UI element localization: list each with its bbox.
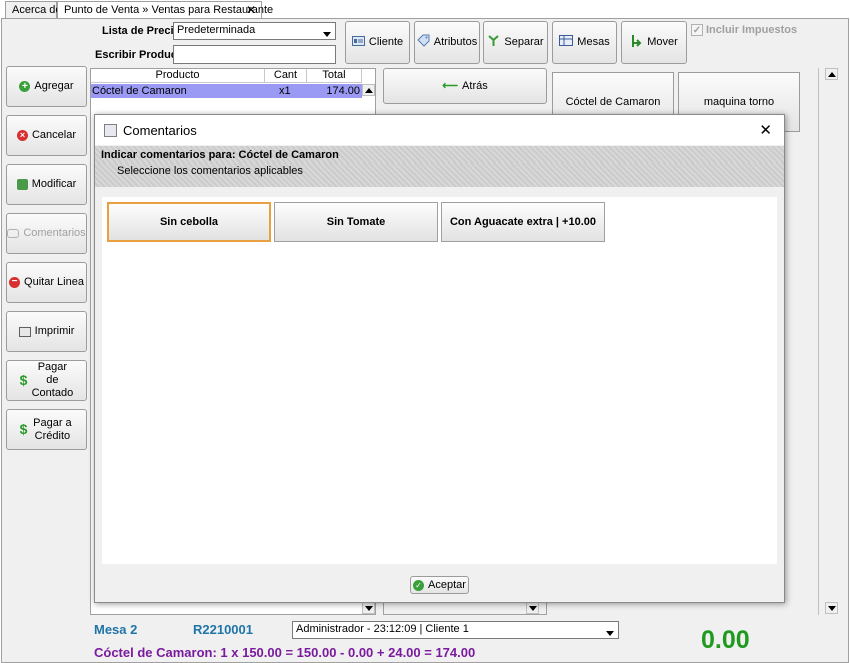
incluir-impuestos-label: Incluir Impuestos — [706, 24, 798, 36]
category-scrollbar[interactable] — [383, 602, 547, 615]
pagar-contado-label: Pagar de Contado — [31, 361, 74, 399]
scroll-up-button[interactable] — [362, 84, 375, 96]
dialog-titlebar: Comentarios ✕ — [95, 115, 784, 145]
plus-circle-icon: + — [19, 81, 31, 92]
app-icon — [104, 123, 117, 137]
cell-producto: Cóctel de Camaron — [92, 85, 187, 97]
dollar-icon: $ — [19, 421, 28, 437]
move-icon — [630, 34, 643, 52]
atributos-label: Atributos — [433, 36, 478, 48]
comment-option-label: Sin cebolla — [159, 216, 219, 228]
tab-acerca-de[interactable]: Acerca de — [5, 1, 62, 19]
incluir-impuestos-checkbox[interactable]: ✓ Incluir Impuestos — [691, 24, 797, 36]
quitar-linea-button[interactable]: − Quitar Linea — [6, 262, 87, 303]
dollar-icon: $ — [19, 372, 28, 388]
product-label: maquina torno — [703, 95, 775, 108]
product-input[interactable] — [173, 45, 336, 64]
split-icon — [487, 34, 500, 51]
session-select[interactable]: Administrador - 23:12:09 | Cliente 1 — [292, 621, 619, 639]
cancel-icon: × — [16, 130, 28, 141]
dialog-subheader: Seleccione los comentarios aplicables — [117, 165, 303, 177]
tab-label: Punto de Venta » Ventas para Restaurante — [64, 4, 274, 16]
folio-label: R2210001 — [193, 622, 253, 637]
cliente-label: Cliente — [368, 36, 404, 48]
printer-icon — [18, 326, 31, 337]
imprimir-button[interactable]: Imprimir — [6, 311, 87, 352]
mesas-label: Mesas — [577, 36, 610, 48]
atras-button[interactable]: ⟵ Atrás — [383, 68, 547, 104]
scroll-down-button[interactable] — [362, 602, 375, 614]
price-list-select[interactable]: Predeterminada — [173, 22, 336, 40]
table-icon — [559, 35, 574, 50]
modificar-label: Modificar — [31, 178, 77, 190]
product-scroll-up-button[interactable] — [825, 68, 838, 80]
checkmark-icon: ✓ — [691, 24, 703, 36]
dialog-header-band: Indicar comentarios para: Cóctel de Cama… — [95, 146, 784, 163]
comment-option-label: Con Aguacate extra | +10.00 — [449, 216, 597, 228]
atras-label: Atrás — [462, 79, 488, 92]
cancelar-button[interactable]: × Cancelar — [6, 115, 87, 156]
comentarios-label: Comentarios — [23, 227, 86, 239]
dialog-subheader-band: Seleccione los comentarios aplicables — [95, 163, 784, 187]
chevron-down-icon — [323, 28, 331, 40]
cancelar-label: Cancelar — [31, 129, 77, 141]
cell-cant: x1 — [279, 85, 291, 97]
product-scroll-down-button[interactable] — [825, 602, 838, 614]
check-circle-icon: ✓ — [413, 579, 425, 591]
comment-option-label: Sin Tomate — [326, 216, 386, 228]
minus-circle-icon: − — [9, 277, 21, 288]
aceptar-label: Aceptar — [428, 578, 466, 591]
product-scrollbar[interactable] — [818, 68, 847, 615]
cell-total: 174.00 — [326, 85, 360, 97]
pagar-credito-label: Pagar a Crédito — [33, 416, 72, 442]
mover-button[interactable]: Mover — [621, 21, 687, 64]
comment-option-button[interactable]: Con Aguacate extra | +10.00 — [441, 202, 605, 242]
separar-button[interactable]: Separar — [483, 21, 548, 64]
modificar-button[interactable]: Modificar — [6, 164, 87, 205]
product-label: Cóctel de Camaron — [565, 95, 661, 108]
dialog-header: Indicar comentarios para: Cóctel de Cama… — [101, 149, 339, 161]
atributos-button[interactable]: Atributos — [414, 21, 480, 64]
mesa-label: Mesa 2 — [94, 622, 138, 637]
dialog-title: Comentarios — [123, 122, 197, 138]
session-value: Administrador - 23:12:09 | Cliente 1 — [296, 623, 469, 635]
arrow-left-icon: ⟵ — [442, 79, 459, 92]
total-amount: 0.00 — [701, 626, 750, 654]
tab-label: Acerca de — [12, 4, 62, 16]
comentarios-button[interactable]: Comentarios — [6, 213, 87, 254]
quitar-linea-label: Quitar Linea — [24, 276, 84, 288]
mesas-button[interactable]: Mesas — [552, 21, 617, 64]
grid-header-producto: Producto — [91, 69, 265, 83]
grid-header-cant: Cant — [265, 69, 307, 83]
agregar-button[interactable]: + Agregar — [6, 66, 87, 107]
pagar-contado-button[interactable]: $ Pagar de Contado — [6, 360, 87, 401]
line-summary: Cóctel de Camaron: 1 x 150.00 = 150.00 -… — [94, 645, 476, 660]
imprimir-label: Imprimir — [34, 325, 75, 337]
chevron-down-icon — [606, 627, 614, 639]
pagar-credito-button[interactable]: $ Pagar a Crédito — [6, 409, 87, 450]
cliente-button[interactable]: Cliente — [345, 21, 410, 64]
table-row[interactable]: Cóctel de Camaron x1 174.00 — [91, 84, 362, 98]
separar-label: Separar — [504, 36, 544, 48]
id-card-icon — [351, 35, 365, 50]
comment-option-button[interactable]: Sin cebolla — [107, 202, 271, 242]
puzzle-icon — [16, 179, 28, 190]
comment-option-button[interactable]: Sin Tomate — [274, 202, 438, 242]
category-scroll-down-button[interactable] — [526, 602, 539, 614]
grid-header-total: Total — [307, 69, 362, 83]
close-icon[interactable]: ✕ — [246, 3, 256, 17]
comments-panel — [102, 197, 777, 564]
price-list-value: Predeterminada — [177, 24, 256, 36]
speech-bubble-icon — [7, 229, 20, 238]
tag-icon — [417, 34, 430, 51]
comentarios-dialog: Comentarios ✕ Indicar comentarios para: … — [94, 114, 785, 603]
agregar-label: Agregar — [34, 80, 74, 92]
mover-label: Mover — [647, 36, 678, 48]
close-icon[interactable]: ✕ — [759, 121, 772, 139]
aceptar-button[interactable]: ✓ Aceptar — [410, 576, 469, 594]
